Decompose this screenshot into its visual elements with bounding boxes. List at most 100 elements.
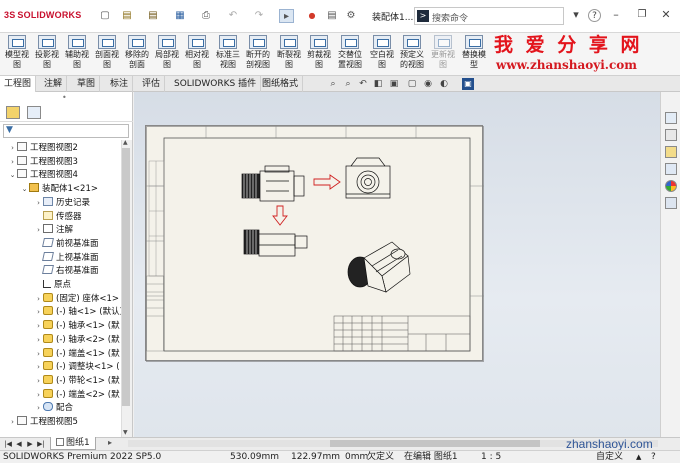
tree-item[interactable]: › (-) 轴<1> (默认): [0, 306, 121, 319]
units-dropdown-icon[interactable]: ▲: [636, 452, 641, 463]
auxiliary-view-button[interactable]: 辅助视图: [62, 35, 92, 70]
model-view-button[interactable]: 模型视图: [2, 35, 32, 70]
expand-toggle-icon[interactable]: ›: [34, 334, 43, 347]
sheet-tab-1[interactable]: 图纸1: [50, 437, 96, 450]
tree-item[interactable]: 右视基准面: [0, 265, 121, 278]
replace-model-button[interactable]: 替换模型: [459, 35, 489, 70]
options-gear-icon[interactable]: ⚙: [344, 9, 358, 23]
open-folder-icon[interactable]: ▤: [120, 9, 134, 23]
relative-view-button[interactable]: 相对视图: [182, 35, 212, 70]
removed-section-button[interactable]: 移除的 剖面: [122, 35, 152, 70]
broken-out-section-button[interactable]: 断开的 剖视图: [243, 35, 273, 70]
quick-tips-icon[interactable]: ?: [651, 452, 656, 463]
zoom-area-icon[interactable]: ⌕: [342, 78, 354, 90]
section-view-button[interactable]: 剖面视图: [92, 35, 122, 70]
display-pane-icon[interactable]: ▣: [462, 78, 474, 90]
alternate-position-view-button[interactable]: 交替位 置视图: [335, 35, 365, 70]
help-icon[interactable]: ?: [588, 9, 601, 22]
expand-toggle-icon[interactable]: ›: [8, 416, 17, 429]
projected-view-button[interactable]: 投影视图: [32, 35, 62, 70]
expand-toggle-icon[interactable]: ›: [34, 361, 43, 374]
tree-item[interactable]: › (-) 带轮<1> (默: [0, 374, 121, 388]
tree-item[interactable]: › (-) 轴承<2> (默: [0, 333, 121, 347]
tree-item[interactable]: › (-) 调整块<1> (: [0, 361, 121, 374]
break-view-button[interactable]: 断裂视图: [274, 35, 304, 70]
redo-icon[interactable]: ↷: [252, 9, 266, 23]
new-document-icon[interactable]: ▢: [98, 9, 112, 23]
expand-toggle-icon[interactable]: ⌄: [20, 183, 29, 196]
tree-item[interactable]: 原点: [0, 279, 121, 292]
predefined-view-button[interactable]: 预定义 的视图: [397, 35, 427, 70]
tree-item[interactable]: 传感器: [0, 210, 121, 224]
tab-drawing[interactable]: 工程图: [0, 76, 37, 92]
hide-show-items-icon[interactable]: ◉: [422, 78, 434, 90]
tree-item[interactable]: › (-) 轴承<1> (默: [0, 320, 121, 333]
last-sheet-icon[interactable]: ▶|: [36, 439, 46, 449]
view-orientation-icon[interactable]: ▣: [388, 78, 400, 90]
expand-toggle-icon[interactable]: ›: [34, 224, 43, 237]
view-palette-icon[interactable]: [665, 163, 677, 175]
expand-toggle-icon[interactable]: ›: [34, 375, 43, 388]
select-icon[interactable]: ▸: [279, 9, 294, 23]
expand-toggle-icon[interactable]: ›: [34, 389, 43, 402]
expand-toggle-icon[interactable]: ›: [34, 402, 43, 415]
print-icon[interactable]: ⎙: [199, 9, 213, 23]
design-library-icon[interactable]: [665, 129, 677, 141]
scroll-down-icon[interactable]: ▼: [123, 429, 128, 436]
section-view-heads-up-icon[interactable]: ◧: [372, 78, 384, 90]
expand-toggle-icon[interactable]: ›: [34, 197, 43, 210]
expand-toggle-icon[interactable]: ⌄: [8, 169, 17, 182]
restore-button[interactable]: ❐: [634, 7, 650, 23]
tree-item[interactable]: 前视基准面: [0, 237, 121, 251]
add-sheet-icon[interactable]: ▸: [108, 438, 112, 447]
tab-addins[interactable]: SOLIDWORKS 插件: [170, 76, 262, 92]
next-sheet-icon[interactable]: ▶: [25, 439, 35, 449]
property-manager-tab-icon[interactable]: [27, 106, 41, 119]
expand-toggle-icon[interactable]: ›: [8, 156, 17, 169]
solidworks-logo[interactable]: 3S SOLIDWORKS: [4, 10, 81, 20]
close-button[interactable]: ✕: [658, 7, 674, 23]
tree-item[interactable]: ⌄ 工程图视图4: [0, 169, 121, 182]
previous-view-icon[interactable]: ↶: [357, 78, 369, 90]
horizontal-scrollbar-thumb[interactable]: [330, 440, 540, 447]
search-dropdown-icon[interactable]: ▾: [568, 7, 584, 23]
detail-view-button[interactable]: 局部视图: [152, 35, 182, 70]
display-style-icon[interactable]: ▢: [406, 78, 418, 90]
expand-toggle-icon[interactable]: ›: [34, 306, 43, 319]
expand-toggle-icon[interactable]: ›: [34, 320, 43, 333]
drawing-sheet[interactable]: [145, 125, 484, 362]
tab-evaluate[interactable]: 评估: [138, 76, 166, 92]
expand-toggle-icon[interactable]: ›: [34, 348, 43, 361]
search-commands-input[interactable]: > 搜索命令: [414, 7, 564, 25]
tab-annotation[interactable]: 注解: [40, 76, 68, 92]
feature-tree-tab-icon[interactable]: [6, 106, 20, 119]
tree-item[interactable]: ⌄ 装配体1<21>: [0, 183, 121, 196]
tree-item[interactable]: › (-) 端盖<1> (默: [0, 347, 121, 361]
crop-view-button[interactable]: 剪裁视图: [304, 35, 334, 70]
tree-item[interactable]: › 注解: [0, 224, 121, 237]
appearances-icon[interactable]: [665, 180, 677, 192]
solidworks-resources-icon[interactable]: [665, 112, 677, 124]
tree-scrollbar-thumb[interactable]: [122, 148, 130, 406]
empty-view-button[interactable]: 空白视图: [367, 35, 397, 70]
prev-sheet-icon[interactable]: ◀: [14, 439, 24, 449]
rebuild-traffic-light-icon[interactable]: ●: [306, 9, 318, 23]
graphics-area[interactable]: [134, 92, 660, 437]
tree-item[interactable]: › 历史记录: [0, 196, 121, 210]
minimize-button[interactable]: –: [608, 7, 624, 23]
standard-3-view-button[interactable]: 标准三 视图: [213, 35, 243, 70]
zoom-to-fit-icon[interactable]: ⌕: [327, 78, 339, 90]
expand-toggle-icon[interactable]: ›: [8, 142, 17, 155]
tab-sketch[interactable]: 草图: [73, 76, 101, 92]
tree-item[interactable]: › 配合: [0, 402, 121, 415]
file-properties-icon[interactable]: ▤: [325, 9, 339, 23]
expand-toggle-icon[interactable]: ›: [34, 293, 43, 306]
open-recent-icon[interactable]: ▤: [146, 9, 160, 23]
tab-dimension[interactable]: 标注: [106, 76, 134, 92]
undo-icon[interactable]: ↶: [226, 9, 240, 23]
tree-item[interactable]: › 工程图视图5: [0, 416, 121, 429]
tree-item[interactable]: › (-) 端盖<2> (默: [0, 388, 121, 402]
tree-item[interactable]: 上视基准面: [0, 251, 121, 265]
units-system[interactable]: 自定义: [596, 452, 623, 463]
tab-sheet-format[interactable]: 图纸格式: [258, 76, 304, 92]
